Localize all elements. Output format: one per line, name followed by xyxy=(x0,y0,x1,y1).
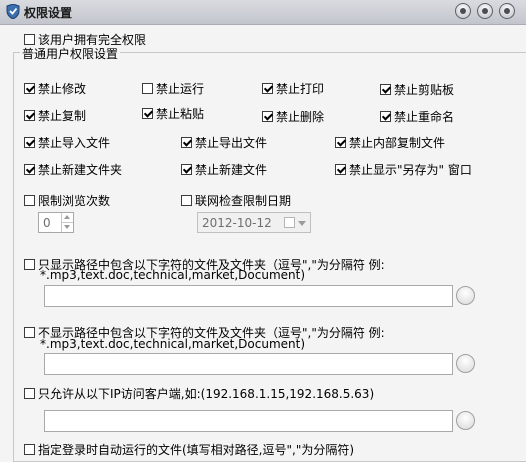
not-show-example: *.mp3,text.doc,technical,market,Document… xyxy=(40,337,306,351)
perm-no-rename[interactable]: 禁止重命名 xyxy=(380,108,454,125)
window-title: 权限设置 xyxy=(24,6,73,20)
date-picker[interactable]: 2012-10-12 xyxy=(197,212,311,233)
chevron-down-icon[interactable] xyxy=(298,221,306,226)
perm-no-run[interactable]: 禁止运行 xyxy=(142,80,204,97)
perm-no-export[interactable]: 禁止导出文件 xyxy=(181,134,267,151)
perm-no-clipboard[interactable]: 禁止剪贴板 xyxy=(380,81,454,98)
only-show-input[interactable] xyxy=(44,285,453,307)
perm-no-new-folder[interactable]: 禁止新建文件夹 xyxy=(24,161,122,178)
perm-no-internal-copy[interactable]: 禁止内部复制文件 xyxy=(335,134,445,151)
only-show-example: *.mp3,text.doc,technical,market,Document… xyxy=(40,268,306,282)
date-value: 2012-10-12 xyxy=(202,216,272,230)
close-button[interactable] xyxy=(499,3,515,19)
perm-no-save-as[interactable]: 禁止显示"另存为" 窗口 xyxy=(335,161,472,178)
perm-no-delete[interactable]: 禁止删除 xyxy=(262,108,324,125)
title-bar: 权限设置 xyxy=(0,0,526,25)
autorun-checkbox[interactable]: 指定登录时自动运行的文件(填写相对路径,逗号","为分隔符) xyxy=(24,441,354,458)
limit-views-checkbox[interactable]: 限制浏览次数 xyxy=(24,192,110,209)
perm-no-paste[interactable]: 禁止粘贴 xyxy=(142,105,204,122)
stepper-down-button[interactable] xyxy=(61,223,73,232)
perm-no-copy[interactable]: 禁止复制 xyxy=(24,107,86,124)
view-count-stepper[interactable]: 0 xyxy=(38,212,74,233)
maximize-button[interactable] xyxy=(477,3,493,19)
only-show-apply-button[interactable] xyxy=(456,286,475,305)
minimize-button[interactable] xyxy=(455,3,471,19)
perm-no-new-file[interactable]: 禁止新建文件 xyxy=(181,161,267,178)
stepper-up-button[interactable] xyxy=(61,213,73,223)
online-date-checkbox[interactable]: 联网检查限制日期 xyxy=(181,192,291,209)
group-title: 普通用户权限设置 xyxy=(20,45,121,62)
view-count-value[interactable]: 0 xyxy=(43,216,51,230)
checkbox-box[interactable] xyxy=(24,34,35,45)
perm-no-modify[interactable]: 禁止修改 xyxy=(24,80,86,97)
ip-allow-apply-button[interactable] xyxy=(456,411,475,430)
ip-allow-input[interactable] xyxy=(44,410,453,432)
shield-icon xyxy=(6,4,20,19)
not-show-apply-button[interactable] xyxy=(456,354,475,373)
perm-no-print[interactable]: 禁止打印 xyxy=(262,80,324,97)
date-enable-checkbox[interactable] xyxy=(284,217,295,228)
perm-no-import[interactable]: 禁止导入文件 xyxy=(24,134,110,151)
not-show-input[interactable] xyxy=(44,353,453,375)
ip-allow-checkbox[interactable]: 只允许从以下IP访问客户端,如:(192.168.1.15,192.168.5.… xyxy=(24,385,374,402)
